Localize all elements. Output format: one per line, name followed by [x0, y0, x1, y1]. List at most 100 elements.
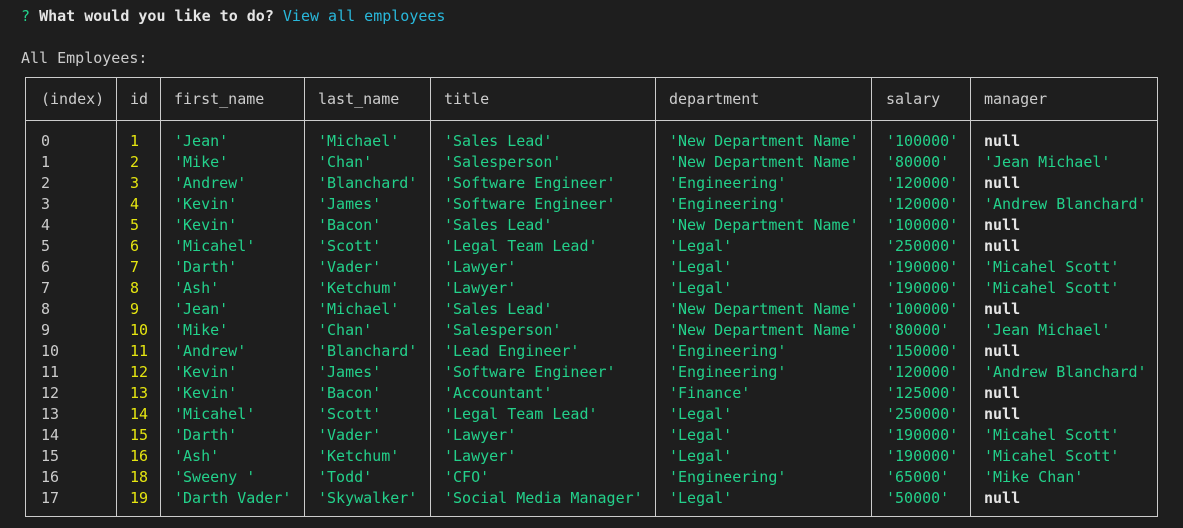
cell-salary: '120000' — [886, 363, 959, 381]
cell-department: 'Legal' — [669, 237, 733, 255]
cell-department: 'New Department Name' — [669, 300, 859, 318]
cell-id: 10 — [130, 321, 149, 339]
cell-title: 'Lead Engineer' — [444, 342, 580, 360]
cell-last-name: 'Vader' — [318, 426, 382, 444]
column-separator — [655, 78, 656, 516]
cell-title: 'Software Engineer' — [444, 174, 616, 192]
cell-id: 15 — [130, 426, 149, 444]
cell-salary: '190000' — [886, 447, 959, 465]
cell-title: 'Legal Team Lead' — [444, 405, 598, 423]
cell-id: 5 — [130, 216, 140, 234]
cell-id: 1 — [130, 132, 140, 150]
cell-title: 'Lawyer' — [444, 426, 517, 444]
cell-manager: null — [984, 384, 1021, 402]
cell-manager: 'Andrew Blanchard' — [984, 195, 1147, 213]
cell-index: 10 — [41, 342, 60, 360]
header-divider — [26, 120, 1157, 121]
cell-salary: '50000' — [886, 489, 950, 507]
column-header-department: department — [669, 90, 760, 108]
cell-first-name: 'Darth Vader' — [174, 489, 292, 507]
cell-index: 4 — [41, 216, 51, 234]
cell-id: 14 — [130, 405, 149, 423]
cell-department: 'New Department Name' — [669, 216, 859, 234]
cell-id: 2 — [130, 153, 140, 171]
cell-first-name: 'Jean' — [174, 300, 229, 318]
cell-index: 5 — [41, 237, 51, 255]
cell-salary: '100000' — [886, 300, 959, 318]
cell-title: 'Salesperson' — [444, 153, 562, 171]
cell-salary: '80000' — [886, 153, 950, 171]
cell-first-name: 'Kevin' — [174, 384, 238, 402]
cell-first-name: 'Kevin' — [174, 216, 238, 234]
column-header-title: title — [444, 90, 490, 108]
cell-department: 'Legal' — [669, 279, 733, 297]
cell-title: 'Legal Team Lead' — [444, 237, 598, 255]
cell-salary: '190000' — [886, 279, 959, 297]
cell-first-name: 'Darth' — [174, 258, 238, 276]
cell-title: 'Salesperson' — [444, 321, 562, 339]
column-separator — [116, 78, 117, 516]
cell-manager: null — [984, 342, 1021, 360]
cell-last-name: 'Michael' — [318, 132, 400, 150]
cell-id: 7 — [130, 258, 140, 276]
cell-index: 15 — [41, 447, 60, 465]
cell-manager: null — [984, 216, 1021, 234]
cell-department: 'Finance' — [669, 384, 751, 402]
cell-manager: 'Micahel Scott' — [984, 447, 1120, 465]
cell-index: 17 — [41, 489, 60, 507]
cell-id: 19 — [130, 489, 149, 507]
cell-manager: null — [984, 405, 1021, 423]
cell-salary: '100000' — [886, 132, 959, 150]
prompt-question: What would you like to do? — [39, 7, 274, 25]
cell-index: 11 — [41, 363, 60, 381]
cell-last-name: 'Ketchum' — [318, 447, 400, 465]
cell-manager: 'Jean Michael' — [984, 153, 1111, 171]
cell-first-name: 'Micahel' — [174, 237, 256, 255]
cell-first-name: 'Ash' — [174, 447, 220, 465]
cell-last-name: 'James' — [318, 363, 382, 381]
cell-salary: '120000' — [886, 195, 959, 213]
cell-last-name: 'Bacon' — [318, 216, 382, 234]
cell-manager: null — [984, 237, 1021, 255]
column-header-salary: salary — [886, 90, 941, 108]
cell-first-name: 'Mike' — [174, 153, 229, 171]
cell-salary: '250000' — [886, 237, 959, 255]
cell-first-name: 'Kevin' — [174, 363, 238, 381]
cell-first-name: 'Sweeny ' — [174, 468, 256, 486]
cell-first-name: 'Micahel' — [174, 405, 256, 423]
cell-index: 13 — [41, 405, 60, 423]
cell-department: 'Engineering' — [669, 468, 787, 486]
column-separator — [304, 78, 305, 516]
cell-manager: 'Jean Michael' — [984, 321, 1111, 339]
cell-id: 3 — [130, 174, 140, 192]
cell-manager: 'Micahel Scott' — [984, 258, 1120, 276]
cell-id: 18 — [130, 468, 149, 486]
cell-manager: null — [984, 300, 1021, 318]
cell-last-name: 'Blanchard' — [318, 342, 418, 360]
cell-salary: '250000' — [886, 405, 959, 423]
cell-title: 'Software Engineer' — [444, 363, 616, 381]
cell-id: 8 — [130, 279, 140, 297]
cell-index: 3 — [41, 195, 51, 213]
cell-title: 'Sales Lead' — [444, 300, 553, 318]
cell-title: 'Software Engineer' — [444, 195, 616, 213]
cell-last-name: 'Skywalker' — [318, 489, 418, 507]
cell-index: 6 — [41, 258, 51, 276]
cell-department: 'Legal' — [669, 426, 733, 444]
cell-last-name: 'James' — [318, 195, 382, 213]
prompt-line: ? What would you like to do? View all em… — [21, 6, 445, 26]
cell-last-name: 'Chan' — [318, 321, 373, 339]
cell-last-name: 'Bacon' — [318, 384, 382, 402]
cell-id: 4 — [130, 195, 140, 213]
cell-first-name: 'Jean' — [174, 132, 229, 150]
cell-title: 'Sales Lead' — [444, 216, 553, 234]
cell-salary: '80000' — [886, 321, 950, 339]
column-header-id: id — [130, 90, 149, 108]
cell-title: 'Lawyer' — [444, 258, 517, 276]
cell-index: 8 — [41, 300, 51, 318]
cell-index: 7 — [41, 279, 51, 297]
cell-manager: 'Andrew Blanchard' — [984, 363, 1147, 381]
cell-first-name: 'Mike' — [174, 321, 229, 339]
cell-manager: 'Micahel Scott' — [984, 426, 1120, 444]
employees-table: (index) id first_name last_name title departm… — [25, 77, 1158, 517]
